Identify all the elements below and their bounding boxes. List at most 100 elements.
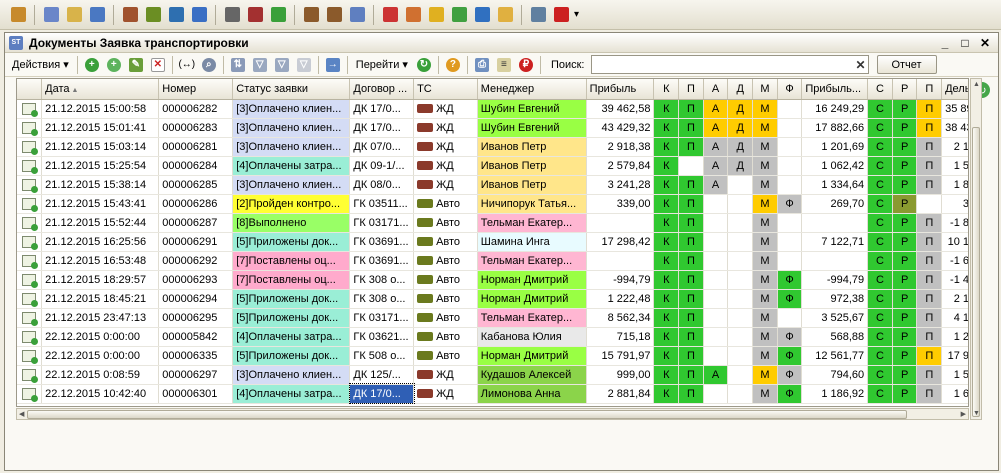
edit-button[interactable]: ✎ <box>126 55 146 75</box>
table-row[interactable]: 22.12.2015 0:00:00 000006335 [5]Приложены … <box>17 346 968 366</box>
column-header[interactable]: Договор ... <box>349 79 415 100</box>
date-cell: 21.12.2015 16:25:56 <box>41 232 160 252</box>
status-cell: [3]Оплачено клиен... <box>232 175 351 195</box>
column-header[interactable]: Номер <box>158 79 234 100</box>
flag-r-cell: Р <box>892 99 918 119</box>
ruble-button[interactable]: ₽ <box>516 55 536 75</box>
delete-button[interactable]: ✕ <box>148 55 168 75</box>
ruble-icon[interactable] <box>551 5 571 25</box>
table-row[interactable]: 22.12.2015 0:08:59 000006297 [3]Оплачено к… <box>17 365 968 385</box>
refresh-button[interactable]: ↻ <box>414 55 434 75</box>
plane-icon[interactable] <box>189 5 209 25</box>
flag-m-cell: М <box>752 251 778 271</box>
table-row[interactable]: 21.12.2015 15:38:14 000006285 [3]Оплачено … <box>17 175 968 195</box>
goto-menu[interactable]: Перейти ▾ <box>352 56 412 73</box>
number-cell: 000006286 <box>158 194 234 214</box>
column-header[interactable]: Менеджер <box>477 79 587 100</box>
minimize-icon[interactable]: _ <box>938 36 952 50</box>
column-header[interactable]: ТС <box>413 79 478 100</box>
vertical-scrollbar[interactable]: ▲ ▼ <box>970 78 982 420</box>
edit-doc-icon[interactable] <box>64 5 84 25</box>
table-row[interactable]: 21.12.2015 15:00:58 000006282 [3]Оплачено … <box>17 99 968 119</box>
filter-settings-icon[interactable]: ▽ <box>272 55 292 75</box>
sort-asc-icon[interactable]: ▲ <box>70 87 78 94</box>
clear-search-icon[interactable]: ✕ <box>855 58 865 72</box>
maximize-icon[interactable]: □ <box>958 36 972 50</box>
column-header[interactable]: Р <box>892 79 918 100</box>
column-header[interactable]: Ф <box>777 79 803 100</box>
flag-p2-cell: П <box>916 213 943 233</box>
avatar-icon[interactable] <box>380 5 400 25</box>
find-button[interactable]: ⌕ <box>199 55 219 75</box>
users-icon[interactable] <box>403 5 423 25</box>
anchor-icon[interactable] <box>166 5 186 25</box>
column-header[interactable]: П <box>678 79 704 100</box>
status-cell: [5]Приложены док... <box>232 346 351 366</box>
report-button[interactable]: Отчет <box>876 55 937 74</box>
truck-small-icon[interactable] <box>301 5 321 25</box>
table-row[interactable]: 21.12.2015 23:47:13 000006295 [5]Приложены… <box>17 308 968 328</box>
column-header[interactable]: М <box>752 79 778 100</box>
column-header[interactable]: А <box>703 79 729 100</box>
column-header[interactable] <box>17 79 43 100</box>
link-button[interactable]: (↔) <box>177 55 197 75</box>
tree-mode-icon[interactable]: → <box>323 55 343 75</box>
email-icon[interactable] <box>472 5 492 25</box>
filter-clear-icon[interactable]: ▽ <box>294 55 314 75</box>
column-header[interactable]: Прибыль... <box>801 79 869 100</box>
table-row[interactable]: 21.12.2015 15:52:44 000006287 [8]Выполнено… <box>17 213 968 233</box>
column-header[interactable]: Дата ▲ <box>41 79 160 100</box>
briefcase-icon[interactable] <box>324 5 344 25</box>
column-header[interactable]: С <box>867 79 893 100</box>
column-header[interactable]: Дель <box>941 79 968 100</box>
posted-document-icon <box>22 368 39 383</box>
actions-menu[interactable]: Действия ▾ <box>8 56 73 73</box>
report-icon[interactable] <box>87 5 107 25</box>
table-row[interactable]: 21.12.2015 18:45:21 000006294 [5]Приложены… <box>17 289 968 309</box>
sort-icon[interactable]: ⇅ <box>228 55 248 75</box>
status-cell: [5]Приложены док... <box>232 232 351 252</box>
help-button[interactable]: ? <box>443 55 463 75</box>
close-icon[interactable]: ✕ <box>978 36 992 50</box>
print-icon[interactable]: ⎙ <box>472 55 492 75</box>
horizontal-scrollbar[interactable]: ◀ ▶ <box>16 408 969 420</box>
table-row[interactable]: 21.12.2015 15:25:54 000006284 [4]Оплачены … <box>17 156 968 176</box>
date-cell: 21.12.2015 15:01:41 <box>41 118 160 138</box>
calc-icon[interactable] <box>528 5 548 25</box>
table-row[interactable]: 21.12.2015 15:01:41 000006283 [3]Оплачено … <box>17 118 968 138</box>
toolbar-more-icon[interactable]: ▾ <box>574 9 579 20</box>
money-icon[interactable] <box>268 5 288 25</box>
document-icon[interactable]: ≡ <box>494 55 514 75</box>
column-header[interactable]: Статус заявки <box>232 79 351 100</box>
table-row[interactable]: 21.12.2015 16:25:56 000006291 [5]Приложены… <box>17 232 968 252</box>
table-row[interactable]: 21.12.2015 15:43:41 000006286 [2]Пройден к… <box>17 194 968 214</box>
chat-icon[interactable] <box>449 5 469 25</box>
mail-icon[interactable] <box>495 5 515 25</box>
horizontal-scroll-thumb[interactable] <box>27 410 907 419</box>
vertical-scroll-thumb[interactable] <box>972 127 980 417</box>
column-header[interactable]: П <box>916 79 943 100</box>
column-header[interactable]: К <box>653 79 680 100</box>
table-row[interactable]: 21.12.2015 16:53:48 000006292 [7]Поставлен… <box>17 251 968 271</box>
truck-icon[interactable] <box>120 5 140 25</box>
copy-button[interactable]: + <box>104 55 124 75</box>
flag-d-cell <box>727 194 754 214</box>
help-icon[interactable] <box>426 5 446 25</box>
column-header[interactable]: Д <box>727 79 754 100</box>
add-button[interactable]: + <box>82 55 102 75</box>
box-icon[interactable] <box>8 5 28 25</box>
search-input[interactable] <box>591 57 856 72</box>
doc-icon[interactable] <box>41 5 61 25</box>
truck-green-icon[interactable] <box>143 5 163 25</box>
car-icon[interactable] <box>245 5 265 25</box>
page-icon[interactable] <box>347 5 367 25</box>
column-header[interactable]: Прибыль <box>586 79 655 100</box>
table-row[interactable]: 22.12.2015 0:00:00 000005842 [4]Оплачены з… <box>17 327 968 347</box>
flag-d-cell <box>727 175 754 195</box>
table-row[interactable]: 21.12.2015 15:03:14 000006281 [3]Оплачено … <box>17 137 968 157</box>
table-row[interactable]: 21.12.2015 18:29:57 000006293 [7]Поставлен… <box>17 270 968 290</box>
filter-icon[interactable]: ▽ <box>250 55 270 75</box>
table-row[interactable]: 22.12.2015 10:42:40 000006301 [4]Оплачены … <box>17 383 968 404</box>
steering-wheel-icon[interactable] <box>222 5 242 25</box>
truck-icon <box>417 161 434 171</box>
